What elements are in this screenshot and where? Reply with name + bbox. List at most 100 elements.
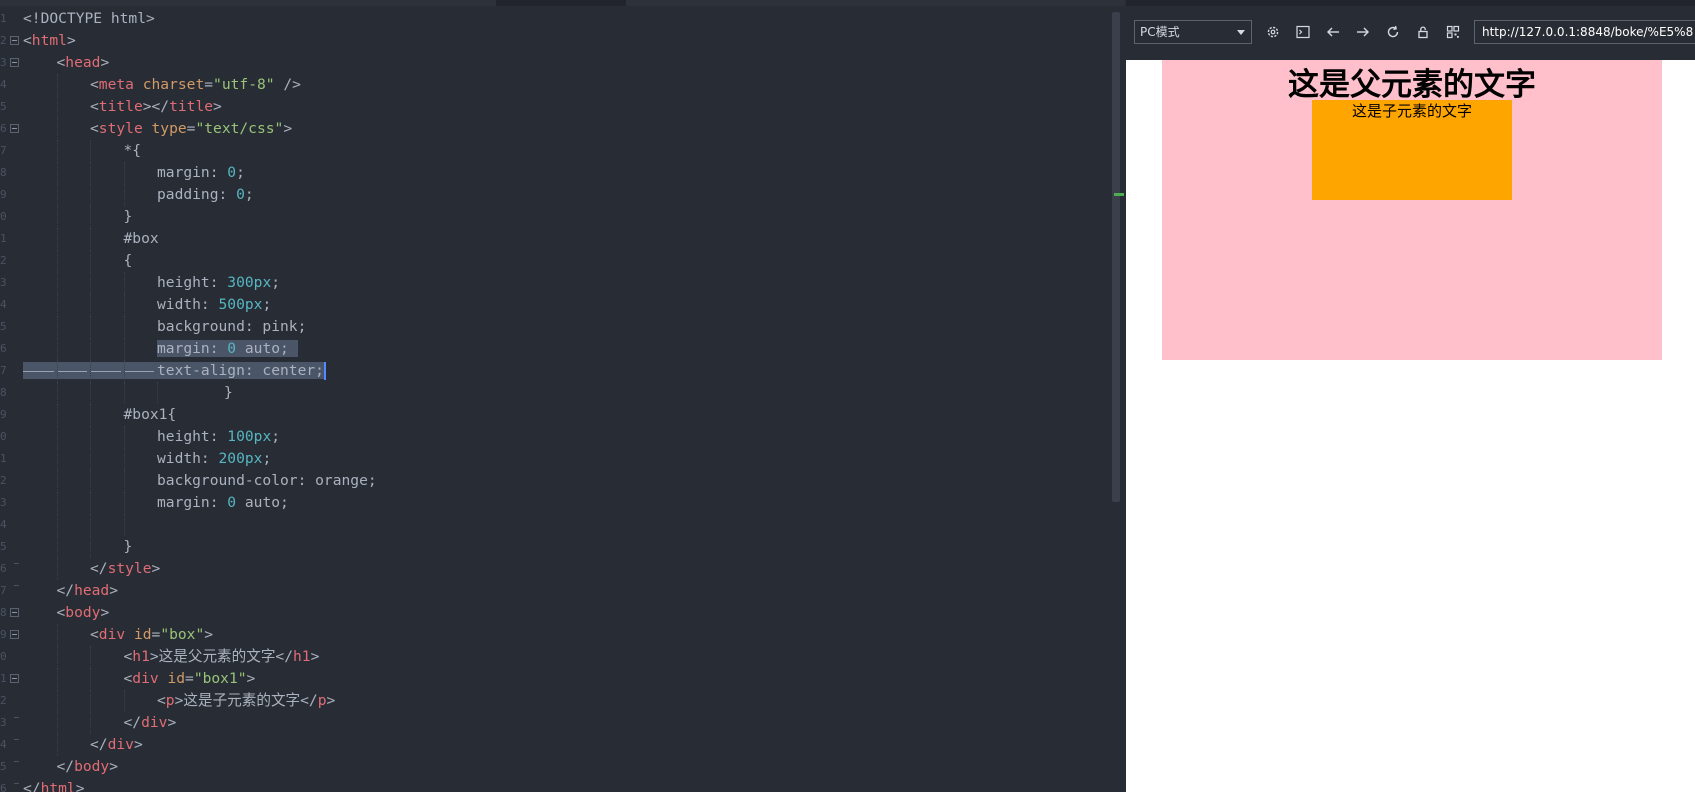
code-token: > — [109, 758, 119, 775]
editor-scrollbar[interactable] — [1112, 12, 1120, 502]
code-line[interactable]: <p>这是子元素的文字</p> — [23, 690, 377, 712]
code-line[interactable]: <head> — [23, 52, 377, 74]
qrcode-icon[interactable] — [1442, 21, 1464, 43]
code-editor-pane[interactable]: 1 2 3 4 5 6 7 8 9 0 1 2 3 4 5 6 7 8 9 0 1 2 3 4 5 6 7 8 9 0 1 2 3 4 5 6 <!D… — [0, 0, 1125, 792]
line-number: 8 — [0, 386, 7, 399]
line-content: </body> — [57, 758, 119, 775]
code-line[interactable]: </div> — [23, 712, 377, 734]
tab-segment[interactable] — [0, 0, 496, 6]
code-line[interactable]: <div id="box"> — [23, 624, 377, 646]
indent-guide — [123, 382, 126, 404]
code-area[interactable]: <!DOCTYPE html> <html> <head> <meta charset… — [23, 8, 377, 792]
line-content: { — [124, 252, 133, 269]
code-line[interactable]: <meta charset="utf-8" /> — [23, 74, 377, 96]
code-line[interactable]: padding: 0; — [23, 184, 377, 206]
code-line[interactable]: width: 500px; — [23, 294, 377, 316]
code-line[interactable]: height: 300px; — [23, 272, 377, 294]
indent-guide — [90, 470, 92, 492]
line-number: 5 — [0, 540, 7, 553]
line-number: 3 — [0, 496, 7, 509]
line-number: 4 — [0, 298, 7, 311]
back-arrow-icon[interactable] — [1322, 21, 1344, 43]
line-number: 4 — [0, 738, 7, 751]
gutter-row: 5 — [0, 756, 22, 778]
code-token: { — [123, 252, 133, 269]
code-line[interactable]: <html> — [23, 30, 377, 52]
code-token: > — [283, 120, 293, 137]
settings-icon[interactable] — [1262, 21, 1284, 43]
indent-guide — [123, 184, 126, 206]
code-token: title — [169, 98, 214, 115]
code-line[interactable]: <h1>这是父元素的文字</h1> — [23, 646, 377, 668]
code-token: > — [109, 582, 119, 599]
code-line[interactable]: </head> — [23, 580, 377, 602]
gutter-row: 6 — [0, 558, 22, 580]
code-line[interactable]: margin: 0; — [23, 162, 377, 184]
code-line[interactable]: </html> — [23, 778, 377, 792]
line-number: 5 — [0, 760, 7, 773]
indent-guide — [123, 360, 126, 382]
mode-select[interactable]: PC模式 — [1134, 20, 1252, 44]
line-content: <h1>这是父元素的文字</h1> — [124, 648, 320, 665]
code-line[interactable]: *{ — [23, 140, 377, 162]
code-token: id — [133, 626, 152, 643]
code-token: 500px — [218, 296, 263, 313]
code-line[interactable]: text-align: center; — [23, 360, 377, 382]
indent-guide — [90, 272, 92, 294]
code-line[interactable]: margin: 0 auto; — [23, 492, 377, 514]
code-line[interactable]: <!DOCTYPE html> — [23, 8, 377, 30]
code-line[interactable]: <div id="box1"> — [23, 668, 377, 690]
terminal-icon[interactable] — [1292, 21, 1314, 43]
code-line[interactable]: } — [23, 382, 377, 404]
code-line[interactable] — [23, 514, 377, 536]
chevron-down-icon — [1237, 30, 1245, 35]
code-line[interactable]: #box1{ — [23, 404, 377, 426]
fold-toggle-icon[interactable] — [10, 124, 19, 133]
code-line[interactable]: width: 200px; — [23, 448, 377, 470]
code-line[interactable]: background-color: orange; — [23, 470, 377, 492]
code-line[interactable]: background: pink; — [23, 316, 377, 338]
reload-icon[interactable] — [1382, 21, 1404, 43]
code-line[interactable]: #box — [23, 228, 377, 250]
line-number: 6 — [0, 782, 7, 792]
code-line[interactable]: </body> — [23, 756, 377, 778]
line-number: 2 — [0, 694, 7, 707]
line-number: 9 — [0, 188, 7, 201]
code-token: height: — [157, 428, 228, 445]
url-input[interactable]: http://127.0.0.1:8848/boke/%E5%8 — [1474, 20, 1695, 44]
lock-icon[interactable] — [1412, 21, 1434, 43]
fold-toggle-icon[interactable] — [10, 630, 19, 639]
forward-arrow-icon[interactable] — [1352, 21, 1374, 43]
indent-guide — [56, 514, 59, 536]
indent-guide — [56, 470, 59, 492]
code-line[interactable]: <style type="text/css"> — [23, 118, 377, 140]
fold-toggle-icon[interactable] — [10, 608, 19, 617]
indent-guide — [56, 360, 59, 382]
code-line[interactable]: margin: 0 auto; — [23, 338, 377, 360]
code-line[interactable]: <body> — [23, 602, 377, 624]
code-token: 0 — [227, 494, 237, 511]
fold-toggle-icon[interactable] — [10, 36, 19, 45]
code-line[interactable]: </style> — [23, 558, 377, 580]
indent-guide — [90, 690, 92, 712]
code-token: width: — [157, 450, 219, 467]
fold-toggle-icon[interactable] — [10, 58, 19, 67]
gutter-row: 4 — [0, 74, 22, 96]
code-token: > — [100, 604, 110, 621]
code-line[interactable]: } — [23, 536, 377, 558]
line-number: 4 — [0, 78, 7, 91]
line-content: </head> — [57, 582, 119, 599]
code-line[interactable]: { — [23, 250, 377, 272]
code-line[interactable]: } — [23, 206, 377, 228]
line-content: #box1{ — [124, 406, 177, 423]
fold-toggle-icon[interactable] — [10, 674, 19, 683]
indent-guide — [90, 448, 92, 470]
code-token: #box — [123, 230, 159, 247]
code-line[interactable]: <title></title> — [23, 96, 377, 118]
indent-guide — [56, 294, 59, 316]
code-line[interactable]: height: 100px; — [23, 426, 377, 448]
code-token: padding: — [157, 186, 237, 203]
indent-guide — [90, 514, 92, 536]
tab-segment[interactable] — [626, 0, 1125, 6]
code-line[interactable]: </div> — [23, 734, 377, 756]
